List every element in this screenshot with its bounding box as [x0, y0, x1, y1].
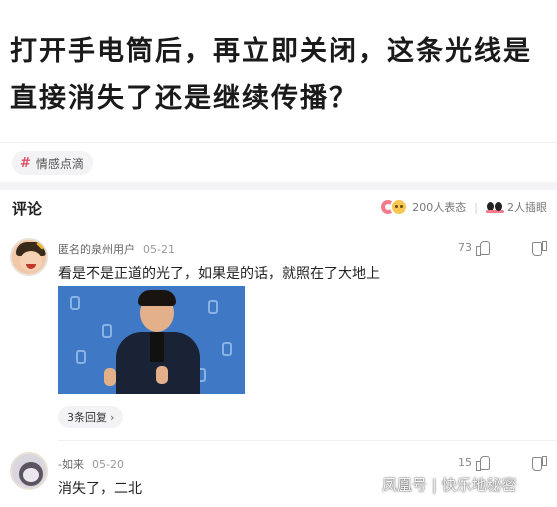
- comment-meta: -如来 05-20: [58, 456, 124, 472]
- comment-author[interactable]: -如来: [58, 458, 84, 471]
- eyes-icon: [486, 201, 504, 213]
- hash-icon: #: [20, 155, 31, 171]
- separator: |: [474, 200, 478, 214]
- comments-header: 评论 200人表态 | 2人插眼: [0, 190, 557, 226]
- replies-count: 3条回复: [67, 411, 107, 424]
- comments-title: 评论: [12, 200, 43, 218]
- thumbs-down-icon[interactable]: [532, 456, 547, 471]
- watermark: 凤凰号 | 快乐地秘密: [382, 476, 517, 494]
- comment-author[interactable]: 匿名的泉州用户: [58, 243, 135, 256]
- smile-emoji-icon: [390, 198, 409, 216]
- comment-text: 看是不是正道的光了，如果是的话，就照在了大地上: [58, 266, 380, 282]
- like-button[interactable]: 15: [458, 456, 490, 471]
- participants-count[interactable]: 2人插眼: [507, 199, 547, 215]
- comment-text: 消失了，二北: [58, 481, 142, 497]
- comment-date: 05-20: [91, 458, 124, 471]
- thumbs-up-icon: [476, 456, 490, 471]
- reaction-emoji-icon: [379, 198, 409, 216]
- like-button[interactable]: 73: [458, 241, 490, 256]
- thumbs-down-icon[interactable]: [532, 241, 547, 256]
- topic-tag-label: 情感点滴: [35, 156, 84, 171]
- thumbs-up-icon: [476, 241, 490, 256]
- reactions-summary[interactable]: 200人表态 | 2人插眼: [379, 198, 547, 216]
- topic-tag[interactable]: # 情感点滴: [12, 151, 93, 175]
- chevron-right-icon: ›: [110, 410, 115, 424]
- view-replies-button[interactable]: 3条回复 ›: [58, 406, 124, 428]
- avatar[interactable]: [10, 452, 48, 490]
- topic-tag-row: # 情感点滴: [0, 142, 557, 182]
- reactions-count: 200人表态: [412, 201, 467, 214]
- like-count: 73: [458, 241, 472, 254]
- comment-date: 05-21: [143, 243, 175, 256]
- comment-meta: 匿名的泉州用户 05-21: [58, 241, 175, 257]
- comment-photo[interactable]: [58, 286, 245, 394]
- section-divider: [0, 182, 557, 190]
- avatar[interactable]: [10, 238, 48, 276]
- like-count: 15: [458, 456, 472, 469]
- question-title: 打开手电筒后，再立即关闭，这条光线是直接消失了还是继续传播？: [10, 36, 532, 114]
- comment-divider: [58, 440, 557, 441]
